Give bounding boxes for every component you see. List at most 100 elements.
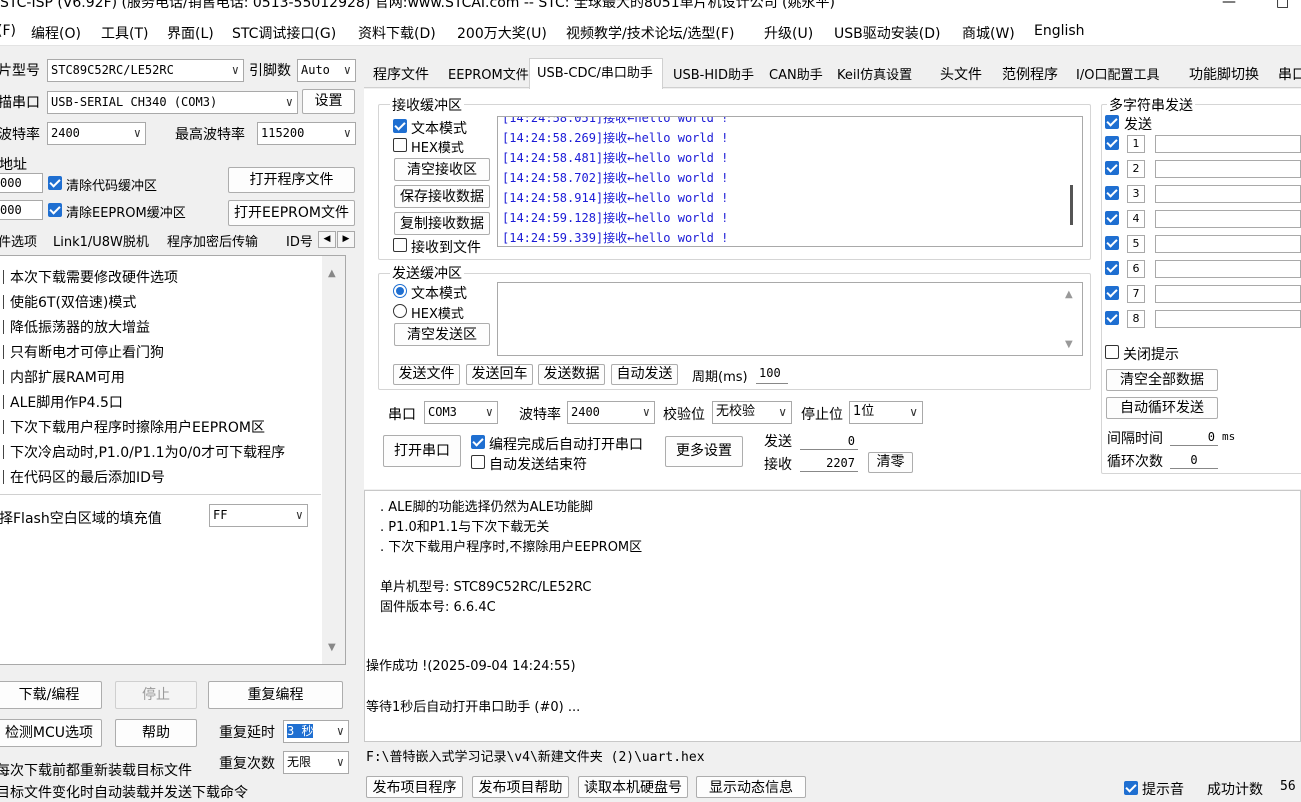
menu-prize[interactable]: 200万大奖(U) — [457, 23, 547, 43]
tab-scroll-right-icon[interactable]: ▶ — [337, 231, 355, 248]
options-scrollbar[interactable]: ▲ ▼ — [322, 256, 345, 664]
send-data-button[interactable]: 发送数据 — [538, 364, 605, 385]
tab-serial[interactable]: 串口 — [1278, 64, 1301, 84]
multi-row-input[interactable] — [1155, 285, 1301, 303]
auto-open-checkbox[interactable] — [471, 435, 485, 449]
multi-row-checkbox[interactable] — [1105, 211, 1119, 225]
menu-tools[interactable]: 工具(T) — [101, 23, 148, 43]
scroll-up-icon[interactable]: ▲ — [1065, 289, 1073, 300]
menu-store[interactable]: 商城(W) — [962, 23, 1015, 43]
stop-bits-select[interactable]: 1位 ∨ — [849, 401, 923, 424]
recv-text-mode-checkbox[interactable] — [393, 119, 407, 133]
multi-row-checkbox[interactable] — [1105, 311, 1119, 325]
recv-to-file-checkbox[interactable] — [393, 238, 407, 252]
port-select[interactable]: USB-SERIAL CH340 (COM3) ∨ — [47, 91, 298, 114]
repeat-delay-select[interactable]: 3 秒 ∨ — [283, 720, 349, 743]
menu-debug[interactable]: STC调试接口(G) — [232, 23, 336, 43]
repeat-count-select[interactable]: 无限 ∨ — [283, 751, 349, 774]
maximize-button[interactable]: □ — [1276, 0, 1289, 10]
multi-row-checkbox[interactable] — [1105, 286, 1119, 300]
open-serial-button[interactable]: 打开串口 — [383, 435, 461, 467]
option-ext-ram[interactable]: 内部扩展RAM可用 — [3, 367, 125, 387]
multi-row-send-button[interactable]: 6 — [1127, 260, 1145, 278]
fill-select[interactable]: FF ∨ — [209, 504, 308, 527]
tab-eeprom-file[interactable]: EEPROM文件 — [448, 64, 529, 83]
settings-button[interactable]: 设置 — [302, 89, 355, 114]
tab-encrypt[interactable]: 程序加密后传输 — [167, 231, 258, 250]
tab-usb-hid[interactable]: USB-HID助手 — [673, 64, 754, 83]
multi-row-checkbox[interactable] — [1105, 161, 1119, 175]
pins-select[interactable]: Auto ∨ — [297, 59, 356, 82]
multi-row-send-button[interactable]: 4 — [1127, 210, 1145, 228]
mcu-type-select[interactable]: STC89C52RC/LE52RC ∨ — [47, 59, 244, 82]
multi-row-input[interactable] — [1155, 185, 1301, 203]
multi-row-checkbox[interactable] — [1105, 261, 1119, 275]
menu-interface[interactable]: 界面(L) — [167, 23, 214, 43]
clear-eeprom-checkbox[interactable] — [48, 203, 62, 217]
scroll-down-icon[interactable]: ▼ — [328, 642, 336, 653]
read-disk-button[interactable]: 读取本机硬盘号 — [578, 776, 688, 798]
copy-recv-button[interactable]: 复制接收数据 — [394, 212, 490, 235]
tab-io-config[interactable]: I/O口配置工具 — [1076, 64, 1159, 83]
tab-can[interactable]: CAN助手 — [769, 64, 823, 83]
save-recv-button[interactable]: 保存接收数据 — [394, 185, 490, 208]
option-cold-boot[interactable]: 下次冷启动时,P1.0/P1.1为0/0才可下载程序 — [3, 442, 285, 462]
close-tip-checkbox[interactable] — [1105, 345, 1119, 359]
tab-hw-options[interactable]: 件选项 — [0, 231, 37, 250]
tab-link1[interactable]: Link1/U8W脱机 — [53, 231, 149, 250]
serial-baud-select[interactable]: 2400 ∨ — [567, 401, 655, 424]
option-add-id[interactable]: 在代码区的最后添加ID号 — [3, 467, 165, 487]
publish-program-button[interactable]: 发布项目程序 — [366, 776, 463, 798]
stop-button[interactable]: 停止 — [115, 681, 197, 709]
multi-row-send-button[interactable]: 3 — [1127, 185, 1145, 203]
multi-send-checkbox[interactable] — [1105, 115, 1119, 129]
more-settings-button[interactable]: 更多设置 — [665, 436, 743, 467]
multi-row-checkbox[interactable] — [1105, 236, 1119, 250]
multi-row-send-button[interactable]: 5 — [1127, 235, 1145, 253]
send-hex-mode-radio[interactable] — [393, 304, 407, 318]
multi-row-input[interactable] — [1155, 260, 1301, 278]
send-text-area[interactable]: ▲ ▼ — [497, 282, 1083, 356]
auto-loop-button[interactable]: 自动循环发送 — [1106, 397, 1218, 419]
clear-code-checkbox[interactable] — [48, 176, 62, 190]
clear-count-button[interactable]: 清零 — [868, 452, 913, 473]
option-erase-eeprom[interactable]: 下次下载用户程序时擦除用户EEPROM区 — [3, 417, 265, 437]
tab-pin-switch[interactable]: 功能脚切换 — [1189, 64, 1259, 84]
parity-select[interactable]: 无校验 ∨ — [712, 401, 792, 424]
menu-english[interactable]: English — [1034, 23, 1085, 39]
menu-upgrade[interactable]: 升级(U) — [764, 23, 813, 43]
max-baud-select[interactable]: 115200 ∨ — [257, 122, 356, 145]
menu-program[interactable]: 编程(O) — [31, 23, 81, 43]
multi-row-input[interactable] — [1155, 160, 1301, 178]
menu-usb-driver[interactable]: USB驱动安装(D) — [834, 23, 940, 43]
tab-keil[interactable]: Keil仿真设置 — [837, 64, 912, 83]
multi-row-send-button[interactable]: 8 — [1127, 310, 1145, 328]
auto-end-checkbox[interactable] — [471, 455, 485, 469]
multi-row-send-button[interactable]: 7 — [1127, 285, 1145, 303]
help-button[interactable]: 帮助 — [115, 719, 197, 747]
tab-usb-cdc[interactable]: USB-CDC/串口助手 — [537, 62, 653, 81]
sound-checkbox[interactable] — [1124, 781, 1138, 795]
option-ale[interactable]: ALE脚用作P4.5口 — [3, 392, 123, 412]
option-6t-mode[interactable]: 使能6T(双倍速)模式 — [3, 292, 136, 312]
repeat-program-button[interactable]: 重复编程 — [208, 681, 343, 709]
clear-send-button[interactable]: 清空发送区 — [394, 323, 490, 346]
multi-row-input[interactable] — [1155, 135, 1301, 153]
send-cr-button[interactable]: 发送回车 — [466, 364, 533, 385]
scroll-down-icon[interactable]: ▼ — [1065, 339, 1073, 350]
send-text-mode-radio[interactable] — [393, 284, 407, 298]
send-file-button[interactable]: 发送文件 — [393, 364, 460, 385]
multi-row-input[interactable] — [1155, 310, 1301, 328]
tab-program-file[interactable]: 程序文件 — [373, 64, 429, 84]
recv-text-area[interactable]: [14:24:58.051]接收←hello world ! [14:24:58… — [497, 116, 1083, 247]
option-watchdog[interactable]: 只有断电才可停止看门狗 — [3, 342, 164, 362]
baud-select[interactable]: 2400 ∨ — [47, 122, 146, 145]
open-program-button[interactable]: 打开程序文件 — [228, 167, 355, 193]
serial-port-select[interactable]: COM3 ∨ — [424, 401, 498, 424]
minimize-button[interactable]: — — [1222, 0, 1236, 10]
tab-scroll-left-icon[interactable]: ◀ — [318, 231, 336, 248]
period-input[interactable]: 100 — [756, 364, 788, 384]
menu-file[interactable]: (F) — [0, 23, 16, 39]
option-modify-hw[interactable]: 本次下载需要修改硬件选项 — [3, 267, 178, 287]
recv-scrollbar[interactable] — [1070, 185, 1073, 225]
